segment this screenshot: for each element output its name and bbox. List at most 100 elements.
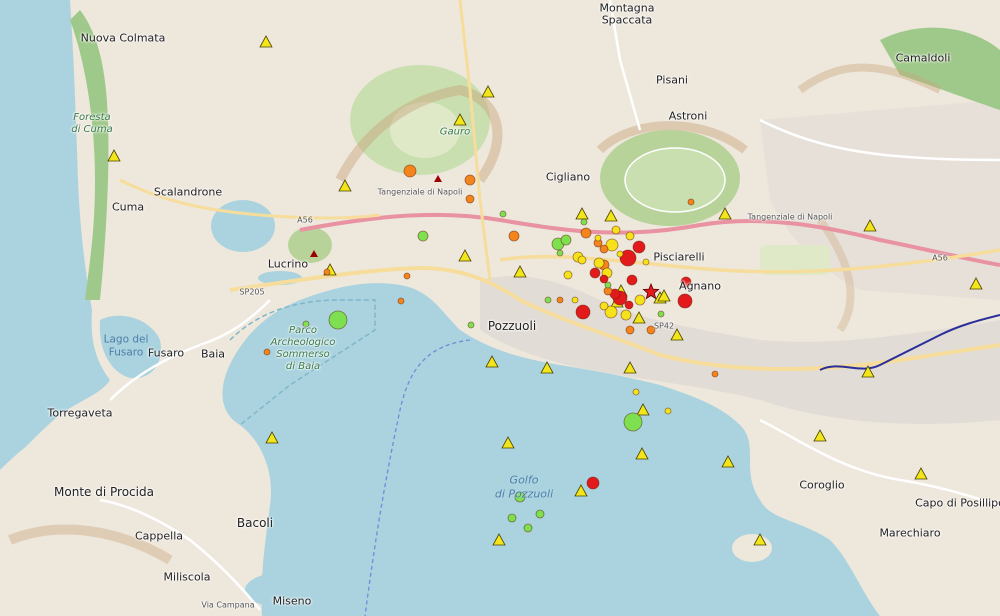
quake-circle-marker[interactable]: [467, 321, 475, 329]
label-fusaro: Fusaro: [147, 346, 185, 360]
quake-circle-marker[interactable]: [604, 281, 612, 289]
station-triangle-icon[interactable]: [914, 467, 928, 480]
quake-circle-marker[interactable]: [625, 231, 635, 241]
station-triangle-icon[interactable]: [718, 207, 732, 220]
quake-circle-marker[interactable]: [563, 270, 573, 280]
quake-circle-marker[interactable]: [263, 348, 271, 356]
station-triangle-icon[interactable]: [632, 311, 646, 324]
label-lucrino: Lucrino: [267, 257, 309, 271]
station-triangle-icon[interactable]: [604, 209, 618, 222]
station-triangle-icon[interactable]: [861, 365, 875, 378]
quake-circle-marker[interactable]: [403, 164, 417, 178]
quake-circle-marker[interactable]: [620, 309, 632, 321]
station-triangle-icon[interactable]: [265, 431, 279, 444]
quake-circle-marker[interactable]: [593, 257, 605, 269]
quake-circle-marker[interactable]: [464, 174, 476, 186]
station-triangle-icon[interactable]: [453, 113, 467, 126]
label-gauro: Gauro: [439, 126, 471, 138]
quake-circle-marker[interactable]: [556, 296, 564, 304]
quake-circle-marker[interactable]: [624, 300, 634, 310]
quake-circle-marker[interactable]: [397, 297, 405, 305]
quake-circle-marker[interactable]: [687, 198, 695, 206]
station-triangle-icon[interactable]: [259, 35, 273, 48]
quake-circle-marker[interactable]: [575, 304, 591, 320]
quake-circle-marker[interactable]: [580, 218, 588, 226]
quake-circle-marker[interactable]: [465, 194, 475, 204]
quake-circle-marker[interactable]: [586, 476, 600, 490]
label-a56-east: A56: [932, 253, 948, 263]
quake-circle-marker[interactable]: [657, 310, 665, 318]
quake-circle-marker[interactable]: [664, 407, 672, 415]
quake-circle-marker[interactable]: [626, 274, 638, 286]
station-triangle-icon[interactable]: [623, 361, 637, 374]
quake-circle-marker[interactable]: [599, 301, 609, 311]
label-sp42: SP42: [653, 321, 675, 331]
quake-circle-marker[interactable]: [611, 225, 621, 235]
station-triangle-icon[interactable]: [721, 455, 735, 468]
label-parco-2: Archeologico: [270, 337, 336, 348]
quake-circle-marker[interactable]: [594, 234, 602, 242]
station-triangle-icon[interactable]: [635, 447, 649, 460]
quake-circle-marker[interactable]: [417, 230, 429, 242]
quake-circle-marker[interactable]: [616, 250, 624, 258]
label-miliscola: Miliscola: [163, 570, 211, 584]
station-triangle-icon[interactable]: [574, 484, 588, 497]
label-agnano: Agnano: [679, 279, 721, 293]
label-bacoli: Bacoli: [236, 516, 274, 530]
quake-circle-marker[interactable]: [623, 412, 643, 432]
quake-circle-marker[interactable]: [589, 267, 601, 279]
vent-triangle-icon: [310, 250, 318, 257]
label-torregaveta: Torregaveta: [47, 406, 113, 420]
label-via-campana: Via Campana: [201, 600, 255, 610]
label-coroglio: Coroglio: [799, 478, 845, 492]
quake-circle-marker[interactable]: [577, 255, 587, 265]
quake-circle-marker[interactable]: [403, 272, 411, 280]
label-cigliano: Cigliano: [545, 170, 591, 184]
station-triangle-icon[interactable]: [501, 436, 515, 449]
station-triangle-icon[interactable]: [107, 149, 121, 162]
station-triangle-icon[interactable]: [575, 207, 589, 220]
station-triangle-icon[interactable]: [969, 277, 983, 290]
label-scalandrone: Scalandrone: [153, 185, 223, 199]
quake-circle-marker[interactable]: [571, 296, 579, 304]
quake-circle-marker[interactable]: [544, 296, 552, 304]
label-parco-3: Sommerso: [276, 349, 330, 360]
label-cappella: Cappella: [134, 529, 184, 543]
quake-circle-marker[interactable]: [711, 370, 719, 378]
station-triangle-icon[interactable]: [863, 219, 877, 232]
quake-circle-marker[interactable]: [625, 325, 635, 335]
quake-circle-marker[interactable]: [328, 310, 348, 330]
quake-circle-marker[interactable]: [323, 268, 331, 276]
label-capo-di-posillipo: Capo di Posillipo: [915, 496, 1000, 510]
quake-circle-marker[interactable]: [580, 227, 592, 239]
quake-circle-marker[interactable]: [523, 523, 533, 533]
seismic-layer[interactable]: [0, 0, 1000, 616]
quake-circle-marker[interactable]: [599, 244, 609, 254]
station-triangle-icon[interactable]: [813, 429, 827, 442]
quake-circle-marker[interactable]: [535, 509, 545, 519]
station-triangle-icon[interactable]: [492, 533, 506, 546]
quake-circle-marker[interactable]: [634, 294, 646, 306]
label-astroni: Astroni: [668, 109, 708, 123]
quake-circle-marker[interactable]: [560, 234, 572, 246]
epicenter-star-icon[interactable]: [642, 282, 660, 300]
quake-circle-marker[interactable]: [499, 210, 507, 218]
station-triangle-icon[interactable]: [540, 361, 554, 374]
map-view[interactable]: Nuova Colmata Montagna Spaccata Camaldol…: [0, 0, 1000, 616]
station-triangle-icon[interactable]: [458, 249, 472, 262]
station-triangle-icon[interactable]: [670, 328, 684, 341]
quake-circle-marker[interactable]: [642, 258, 650, 266]
station-triangle-icon[interactable]: [513, 265, 527, 278]
station-triangle-icon[interactable]: [753, 533, 767, 546]
quake-circle-marker[interactable]: [677, 293, 693, 309]
station-triangle-icon[interactable]: [636, 403, 650, 416]
quake-circle-marker[interactable]: [632, 240, 646, 254]
station-triangle-icon[interactable]: [481, 85, 495, 98]
station-triangle-icon[interactable]: [338, 179, 352, 192]
quake-circle-marker[interactable]: [508, 230, 520, 242]
quake-circle-marker[interactable]: [507, 513, 517, 523]
station-triangle-icon[interactable]: [485, 355, 499, 368]
quake-circle-marker[interactable]: [599, 274, 609, 284]
quake-circle-marker[interactable]: [632, 388, 640, 396]
quake-circle-marker[interactable]: [556, 249, 564, 257]
